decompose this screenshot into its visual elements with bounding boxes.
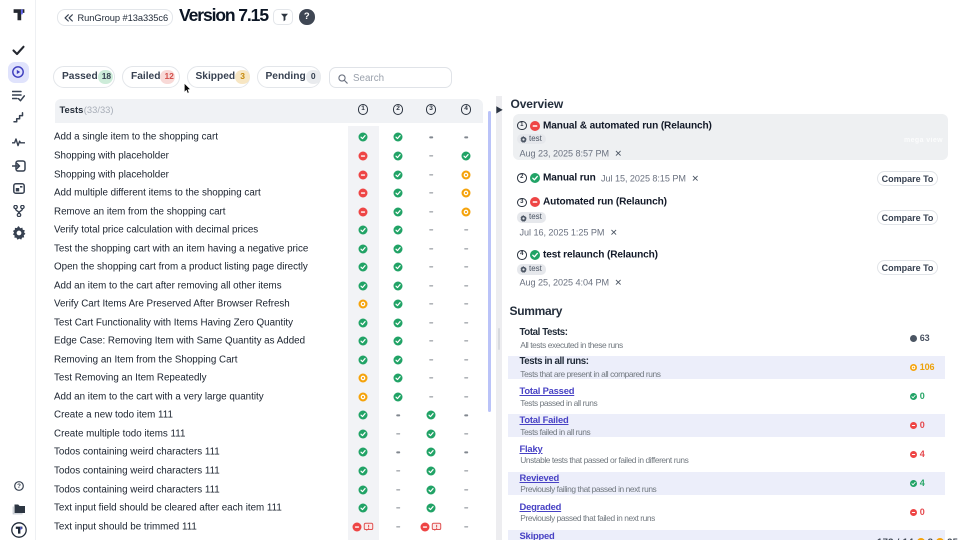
svg-text:?: ? bbox=[17, 483, 21, 490]
